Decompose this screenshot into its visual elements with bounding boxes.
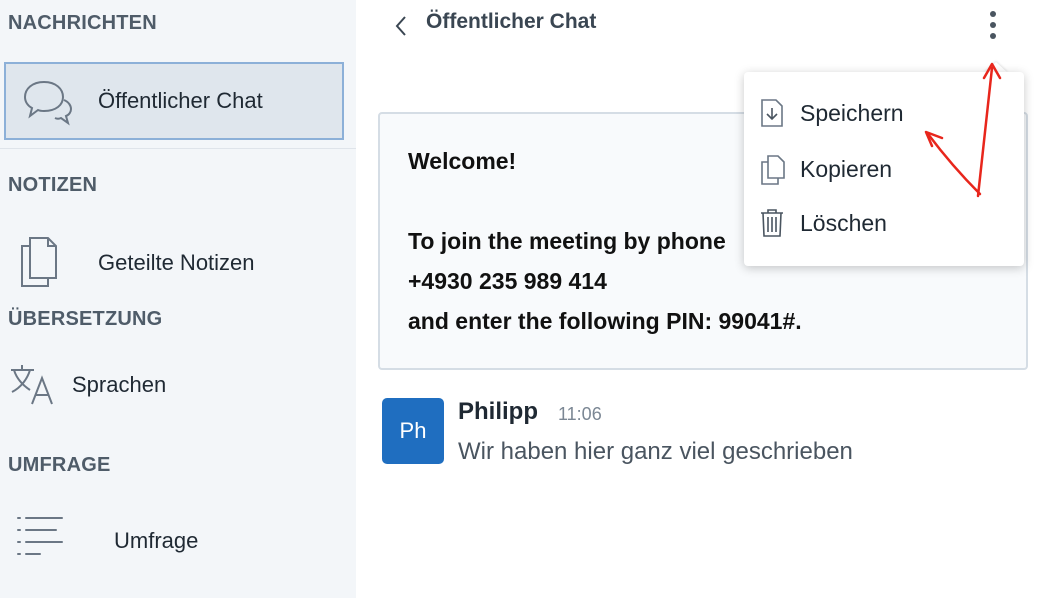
message-text: Wir haben hier ganz viel geschrieben xyxy=(458,438,853,465)
phone-number: +4930 235 989 414 xyxy=(408,268,607,294)
list-icon xyxy=(16,514,68,571)
message-author: Philipp xyxy=(458,398,538,425)
trash-icon xyxy=(760,208,784,243)
menu-item-label: Löschen xyxy=(800,210,887,236)
sidebar-item-label: Öffentlicher Chat xyxy=(98,88,263,113)
section-title-notizen: NOTIZEN xyxy=(8,174,98,196)
sidebar-item-public-chat[interactable]: Öffentlicher Chat xyxy=(4,62,344,140)
menu-item-label: Kopieren xyxy=(800,156,893,182)
sidebar-item-label: Sprachen xyxy=(72,372,167,397)
sidebar-item-label: Geteilte Notizen xyxy=(98,250,255,275)
section-title-uebersetzung: ÜBERSETZUNG xyxy=(8,308,163,330)
section-title-nachrichten: NACHRICHTEN xyxy=(8,12,157,34)
translate-icon xyxy=(8,362,56,411)
menu-item-copy[interactable]: Kopieren xyxy=(744,144,1024,194)
message-time: 11:06 xyxy=(558,404,602,424)
copy-icon xyxy=(760,154,786,191)
chevron-left-icon[interactable] xyxy=(392,14,412,38)
chat-bubbles-icon xyxy=(22,78,74,131)
welcome-heading: Welcome! xyxy=(408,148,517,174)
divider xyxy=(0,148,356,149)
documents-icon xyxy=(18,234,62,295)
menu-item-delete[interactable]: Löschen xyxy=(744,198,1024,248)
welcome-text: To join the meeting by phone xyxy=(408,228,726,254)
sidebar-item-languages[interactable]: Sprachen xyxy=(4,346,344,424)
avatar: Ph xyxy=(382,398,444,464)
menu-item-save[interactable]: Speichern xyxy=(744,88,1024,138)
sidebar: NACHRICHTEN Öffentlicher Chat NOTIZEN Ge… xyxy=(0,0,356,598)
section-title-umfrage: UMFRAGE xyxy=(8,454,111,476)
sidebar-item-label: Umfrage xyxy=(114,528,199,553)
download-icon xyxy=(760,98,784,133)
chat-options-menu: Speichern Kopieren Löschen xyxy=(744,72,1024,266)
sidebar-item-shared-notes[interactable]: Geteilte Notizen xyxy=(4,224,344,302)
chat-title: Öffentlicher Chat xyxy=(426,10,597,33)
pin-text: and enter the following PIN: 99041#. xyxy=(408,308,802,334)
more-options-icon[interactable] xyxy=(982,8,1004,42)
sidebar-item-poll[interactable]: Umfrage xyxy=(4,500,344,578)
menu-item-label: Speichern xyxy=(800,100,904,126)
